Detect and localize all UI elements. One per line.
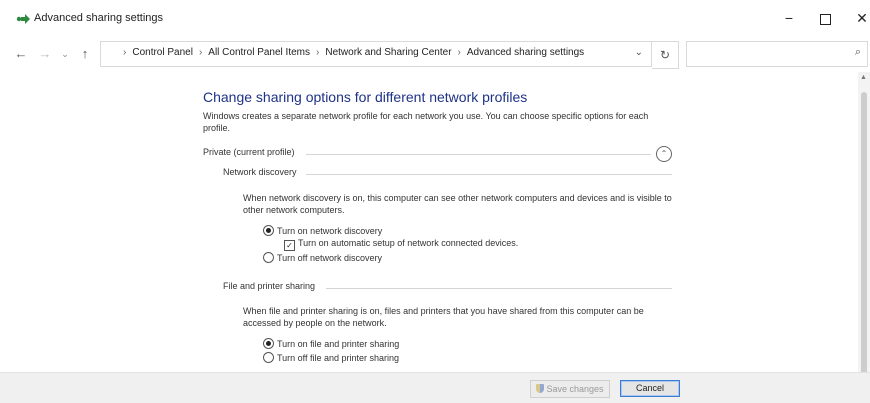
section-divider <box>306 174 672 175</box>
checkbox-checked-icon[interactable]: ✓ <box>284 240 295 251</box>
radio-unselected-icon[interactable] <box>263 252 274 263</box>
radio-selected-icon[interactable] <box>263 225 274 236</box>
close-button[interactable]: ✕ <box>845 6 870 30</box>
network-discovery-on-option[interactable]: Turn on network discovery <box>263 225 382 236</box>
file-printer-sharing-on-option[interactable]: Turn on file and printer sharing <box>263 338 399 349</box>
network-discovery-heading: Network discovery <box>223 167 297 177</box>
address-dropdown-icon[interactable]: ⌄ <box>635 47 643 58</box>
page-intro: Windows creates a separate network profi… <box>203 111 649 133</box>
file-printer-sharing-off-option[interactable]: Turn off file and printer sharing <box>263 352 399 363</box>
search-input[interactable]: ⌕ <box>686 41 868 67</box>
breadcrumb-separator[interactable]: › <box>199 47 202 58</box>
auto-setup-checkbox-option[interactable]: ✓ Turn on automatic setup of network conn… <box>284 238 518 251</box>
profile-header-private[interactable]: Private (current profile) <box>203 147 295 157</box>
breadcrumb-separator[interactable]: › <box>458 47 461 58</box>
save-changes-label: Save changes <box>546 384 604 394</box>
file-printer-sharing-on-label[interactable]: Turn on file and printer sharing <box>277 339 399 349</box>
cancel-button[interactable]: Cancel <box>620 380 680 397</box>
search-icon: ⌕ <box>854 46 861 58</box>
maximize-icon <box>819 13 831 25</box>
scroll-up-icon[interactable]: ▲ <box>860 74 867 81</box>
radio-selected-icon[interactable] <box>263 338 274 349</box>
back-button[interactable]: ← <box>12 44 30 64</box>
network-discovery-on-label[interactable]: Turn on network discovery <box>277 226 382 236</box>
section-divider <box>306 154 651 155</box>
file-printer-sharing-description: When file and printer sharing is on, fil… <box>243 306 644 328</box>
section-divider <box>326 288 672 289</box>
window-title: Advanced sharing settings <box>34 12 164 24</box>
recent-locations-button[interactable]: ⌄ <box>56 44 74 64</box>
breadcrumb-network-sharing-center[interactable]: Network and Sharing Center <box>325 47 451 58</box>
breadcrumb-all-items[interactable]: All Control Panel Items <box>208 47 310 58</box>
forward-button[interactable]: → <box>36 44 54 64</box>
network-discovery-off-option[interactable]: Turn off network discovery <box>263 252 382 263</box>
breadcrumb-control-panel[interactable]: Control Panel <box>132 47 193 58</box>
breadcrumb-separator[interactable]: › <box>316 47 319 58</box>
minimize-button[interactable]: − <box>772 6 806 30</box>
up-button[interactable]: ↑ <box>76 44 94 64</box>
scrollbar-thumb[interactable] <box>861 92 867 382</box>
network-sharing-icon <box>16 14 30 24</box>
address-bar[interactable]: › Control Panel › All Control Panel Items › N… <box>100 41 652 67</box>
file-printer-sharing-off-label[interactable]: Turn off file and printer sharing <box>277 353 399 363</box>
file-printer-sharing-heading: File and printer sharing <box>223 281 316 291</box>
collapse-chevron-icon[interactable]: ⌃ <box>656 146 672 162</box>
auto-setup-label[interactable]: Turn on automatic setup of network conne… <box>298 238 518 248</box>
uac-shield-icon <box>536 384 545 393</box>
page-title: Change sharing options for different net… <box>203 89 528 105</box>
network-discovery-description: When network discovery is on, this compu… <box>243 193 672 215</box>
network-discovery-off-label[interactable]: Turn off network discovery <box>277 253 382 263</box>
breadcrumb: › Control Panel › All Control Panel Items › N… <box>117 47 584 58</box>
breadcrumb-separator: › <box>123 47 127 58</box>
footer-bar: Save changes Cancel <box>0 372 870 403</box>
vertical-scrollbar[interactable]: ▲ <box>858 72 870 382</box>
save-changes-button[interactable]: Save changes <box>530 380 610 398</box>
radio-unselected-icon[interactable] <box>263 352 274 363</box>
breadcrumb-advanced-sharing[interactable]: Advanced sharing settings <box>467 47 584 58</box>
refresh-button[interactable]: ↻ <box>652 41 679 69</box>
title-bar: Advanced sharing settings − ✕ <box>0 0 870 36</box>
maximize-button[interactable] <box>808 6 842 30</box>
